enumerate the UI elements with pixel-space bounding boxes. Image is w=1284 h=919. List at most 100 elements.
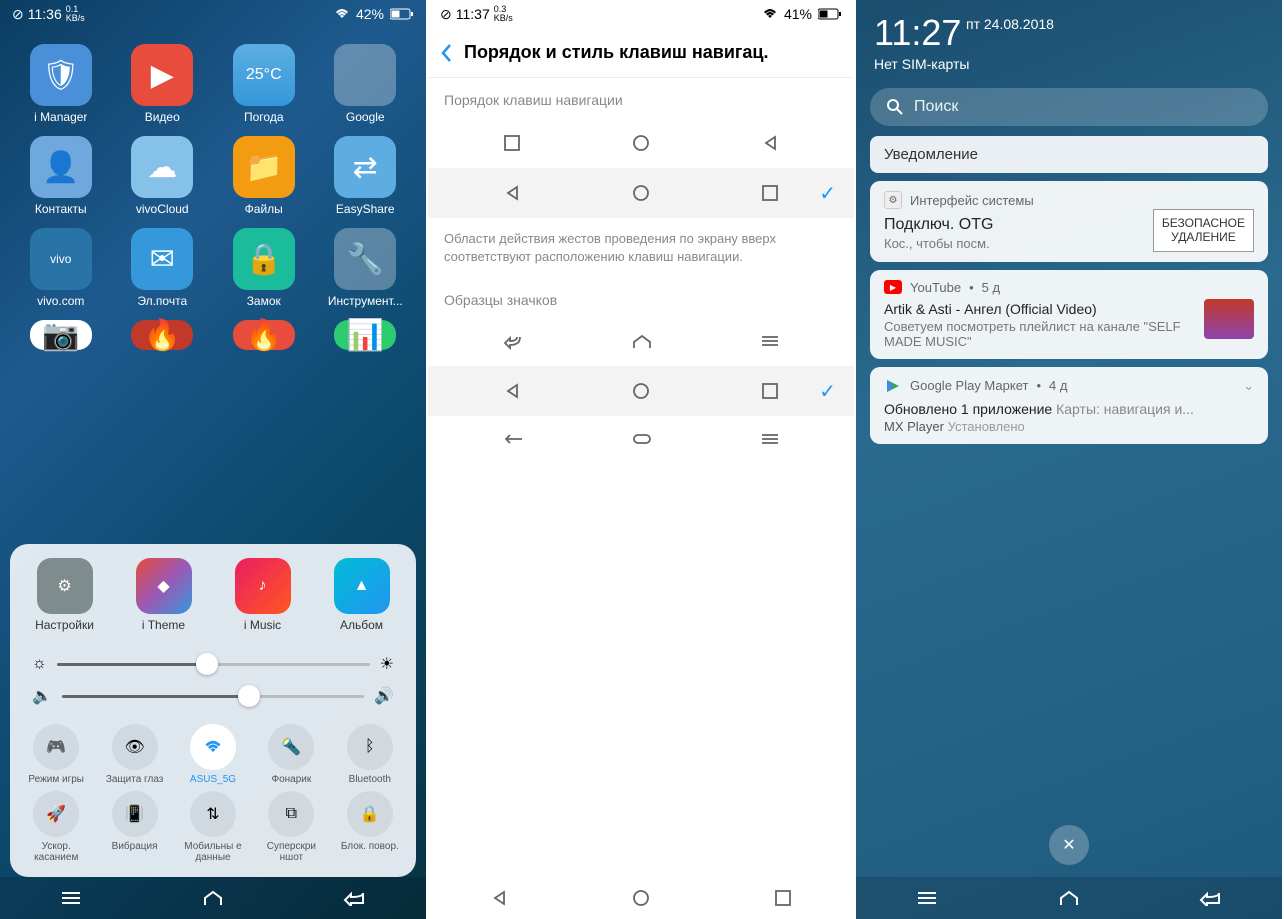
clear-notifications-button[interactable]: ✕	[1049, 825, 1089, 865]
icon-style-option-2[interactable]: ✓	[428, 366, 854, 416]
app-partial-1[interactable]: 📷	[14, 320, 108, 350]
nav-order-option-2[interactable]: ✓	[428, 168, 854, 218]
nav-home[interactable]	[611, 883, 671, 913]
toggle-mobile-data[interactable]: ⇅Мобильны е данные	[177, 791, 249, 863]
app-vivo-com[interactable]: vivovivo.com	[14, 228, 108, 308]
app-partial-3[interactable]: 🔥	[217, 320, 311, 350]
back-arrow-icon	[502, 334, 524, 350]
cc-app-album[interactable]: ▲Альбом	[317, 558, 406, 632]
search-input[interactable]: Поиск	[870, 88, 1268, 126]
status-bar: ⊘ 11:36 0.1KB/s 42%	[0, 0, 426, 28]
lock-time: 11:27	[874, 12, 1264, 54]
safe-remove-button[interactable]: БЕЗОПАСНОЕУДАЛЕНИЕ	[1153, 209, 1254, 252]
app-partial-2[interactable]: 🔥	[116, 320, 210, 350]
toggle-super-screenshot[interactable]: ⧉Суперскри ншот	[255, 791, 327, 863]
brightness-high-icon: ☀	[380, 654, 394, 674]
status-time: 11:36	[28, 6, 62, 22]
toggle-game-mode[interactable]: 🎮Режим игры	[20, 724, 92, 785]
nav-home[interactable]	[1039, 883, 1099, 913]
app-easyshare[interactable]: ⇄EasyShare	[319, 136, 413, 216]
app-tools-folder[interactable]: 🔧Инструмент...	[319, 228, 413, 308]
nav-order-option-1[interactable]	[428, 118, 854, 168]
circle-icon	[632, 382, 650, 400]
home-outline-icon	[631, 334, 653, 350]
app-files[interactable]: 📁Файлы	[217, 136, 311, 216]
nav-back[interactable]	[1181, 883, 1241, 913]
menu-icon	[760, 432, 780, 446]
page-title: Порядок и стиль клавиш навигац.	[464, 42, 768, 63]
settings-header: Порядок и стиль клавиш навигац.	[428, 28, 854, 78]
battery-icon	[390, 8, 414, 20]
app-email[interactable]: ✉Эл.почта	[116, 228, 210, 308]
chevron-down-icon[interactable]: ⌄	[1243, 378, 1254, 394]
notification-youtube[interactable]: ▶ YouTube•5 д Artik & Asti - Ангел (Offi…	[870, 270, 1268, 359]
icon-style-option-3[interactable]	[428, 416, 854, 462]
toggle-bluetooth[interactable]: ᛒBluetooth	[334, 724, 406, 785]
video-thumbnail	[1204, 299, 1254, 339]
square-icon	[503, 134, 521, 152]
nav-bar	[856, 877, 1282, 919]
square-icon	[761, 382, 779, 400]
toggle-flashlight[interactable]: 🔦Фонарик	[255, 724, 327, 785]
nav-home[interactable]	[183, 883, 243, 913]
status-bar: ⊘ 11:37 0.3KB/s 41%	[428, 0, 854, 28]
rounded-rect-icon	[631, 432, 653, 446]
app-partial-4[interactable]: 📊	[319, 320, 413, 350]
toggle-wifi[interactable]: ASUS_5G	[177, 724, 249, 785]
check-icon: ✓	[819, 379, 836, 404]
section-nav-order: Порядок клавиш навигации	[428, 78, 854, 118]
toggle-vibration[interactable]: 📳Вибрация	[98, 791, 170, 863]
lockscreen-header: 11:27 пт 24.08.2018 Нет SIM-карты	[856, 0, 1282, 78]
nav-back[interactable]	[469, 883, 529, 913]
circle-icon	[632, 184, 650, 202]
network-speed: 0.1KB/s	[66, 5, 85, 23]
cc-app-itheme[interactable]: ◆i Theme	[119, 558, 208, 632]
notif-title: Обновлено 1 приложение Карты: навигация …	[884, 401, 1254, 417]
triangle-left-icon	[761, 134, 779, 152]
nav-back[interactable]	[325, 883, 385, 913]
phone-settings-screen: ⊘ 11:37 0.3KB/s 41% Порядок и стиль клав…	[428, 0, 854, 919]
app-contacts[interactable]: 👤Контакты	[14, 136, 108, 216]
notification-section-header: Уведомление	[870, 136, 1268, 173]
check-icon: ✓	[819, 181, 836, 206]
nav-recent[interactable]	[41, 883, 101, 913]
back-button[interactable]	[440, 43, 452, 63]
search-placeholder: Поиск	[914, 98, 958, 116]
wifi-icon	[762, 8, 778, 20]
toggle-touch-accel[interactable]: 🚀Ускор. касанием	[20, 791, 92, 863]
app-weather[interactable]: 25°CПогода	[217, 44, 311, 124]
app-imanager[interactable]: 🛡i Manager	[14, 44, 108, 124]
nav-recent[interactable]	[897, 883, 957, 913]
play-store-icon	[884, 377, 902, 395]
notif-title: Artik & Asti - Ангел (Official Video)	[884, 301, 1194, 317]
battery-percent: 42%	[356, 6, 384, 22]
toggle-rotation-lock[interactable]: 🔒Блок. повор.	[334, 791, 406, 863]
nav-recent[interactable]	[753, 883, 813, 913]
notification-play-store[interactable]: Google Play Маркет•4 д ⌄ Обновлено 1 при…	[870, 367, 1268, 444]
icon-style-option-1[interactable]	[428, 318, 854, 366]
system-app-icon: ⚙	[884, 191, 902, 209]
brightness-slider[interactable]: ☼ ☀	[20, 648, 406, 680]
app-google-folder[interactable]: Google	[319, 44, 413, 124]
app-video[interactable]: ▶Видео	[116, 44, 210, 124]
notif-subtitle: MX Player Установлено	[884, 419, 1254, 434]
circle-icon	[632, 134, 650, 152]
notif-subtitle: Советуем посмотреть плейлист на канале "…	[884, 319, 1194, 349]
triangle-left-icon	[503, 382, 521, 400]
notif-title: Подключ. OTG	[884, 216, 993, 234]
brightness-low-icon: ☼	[32, 655, 47, 673]
no-sim-icon: ⊘	[12, 6, 24, 23]
cc-app-imusic[interactable]: ♪i Music	[218, 558, 307, 632]
section-icon-samples: Образцы значков	[428, 278, 854, 318]
status-time: 11:37	[456, 6, 490, 22]
app-lock[interactable]: 🔒Замок	[217, 228, 311, 308]
app-vivocloud[interactable]: ☁vivoCloud	[116, 136, 210, 216]
triangle-left-icon	[503, 184, 521, 202]
phone-home-screen: ⊘ 11:36 0.1KB/s 42% 🛡i Manager ▶Видео 25…	[0, 0, 426, 919]
menu-icon	[760, 334, 780, 348]
wifi-icon	[334, 8, 350, 20]
volume-slider[interactable]: 🔈 🔊	[20, 680, 406, 712]
cc-app-settings[interactable]: ⚙Настройки	[20, 558, 109, 632]
toggle-eye-protect[interactable]: 👁Защита глаз	[98, 724, 170, 785]
notification-system[interactable]: ⚙Интерфейс системы Подключ. OTG Кос., чт…	[870, 181, 1268, 262]
